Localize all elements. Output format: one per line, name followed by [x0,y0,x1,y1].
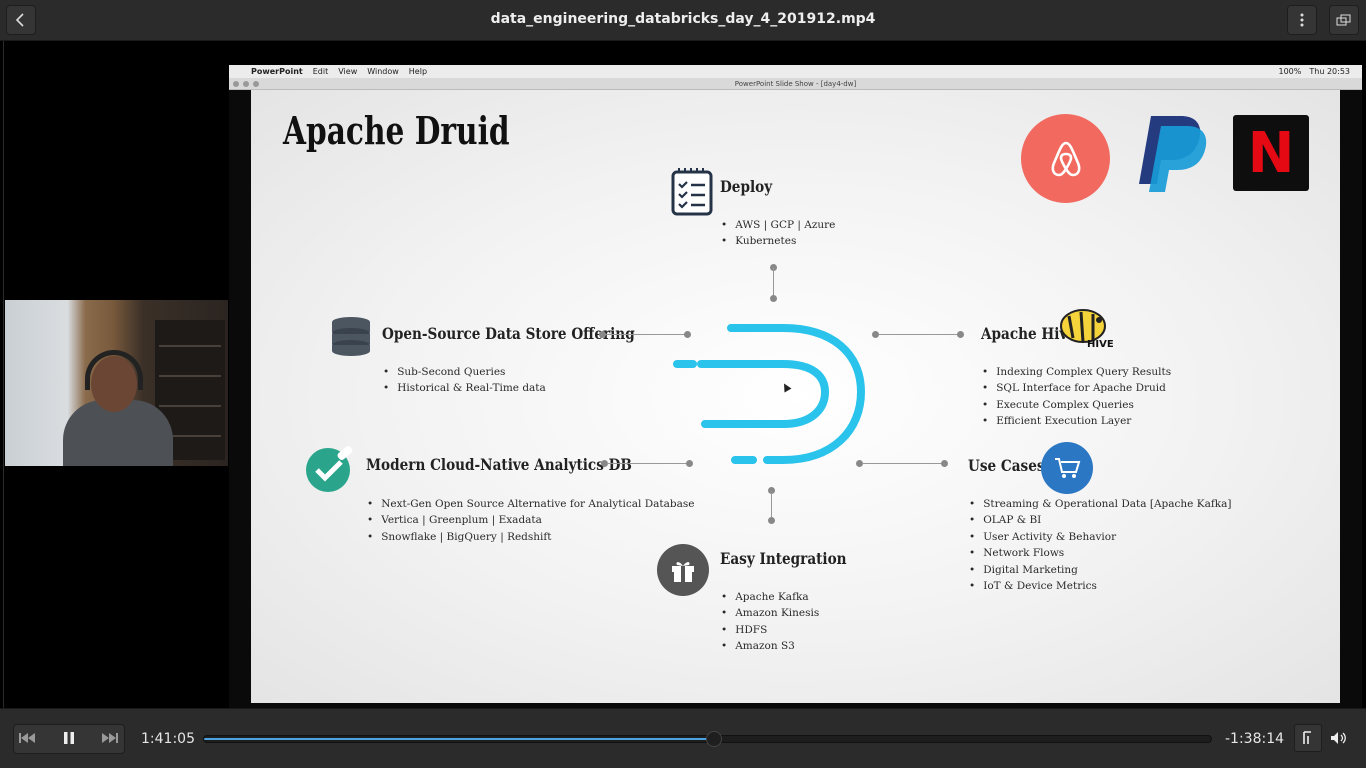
list-item: Snowflake | BigQuery | Redshift [367,531,694,547]
list-item: Next-Gen Open Source Alternative for Ana… [367,498,694,514]
next-button[interactable] [96,724,124,752]
hive-bullets: Indexing Complex Query Results SQL Inter… [982,366,1171,432]
modern-title: Modern Cloud-Native Analytics DB [366,455,632,474]
seek-handle[interactable] [705,731,722,747]
list-item: Digital Marketing [969,564,1231,580]
window-title: PowerPoint Slide Show - [day4-dw] [734,80,857,88]
list-item: AWS | GCP | Azure [721,219,835,235]
modern-bullets: Next-Gen Open Source Alternative for Ana… [367,498,694,547]
mac-menu-bar: PowerPoint Edit View Window Help 100% Th… [229,65,1362,78]
elapsed-time: 1:41:05 [141,731,195,747]
skip-forward-icon [102,733,118,743]
list-item: SQL Interface for Apache Druid [982,382,1171,398]
pause-icon [64,732,74,744]
window-restore-icon [1336,14,1351,26]
list-item: Efficient Execution Layer [982,415,1171,431]
usecases-bullets: Streaming & Operational Data [Apache Kaf… [969,498,1231,596]
menu-edit: Edit [312,67,329,76]
battery-percent: 100% [1278,67,1302,76]
video-frame[interactable]: PowerPoint Edit View Window Help 100% Th… [0,41,1366,708]
list-item: Indexing Complex Query Results [982,366,1171,382]
usecases-title: Use Cases [968,456,1045,475]
pause-button[interactable] [55,724,83,752]
integration-title: Easy Integration [720,549,847,568]
list-item: User Activity & Behavior [969,531,1231,547]
checkmark-badge-icon [306,446,353,492]
hive-logo-text: HIVE [1087,339,1114,350]
shopping-cart-icon [1055,458,1081,478]
list-item: Network Flows [969,547,1231,563]
checklist-icon [671,168,713,216]
list-item: Execute Complex Queries [982,399,1171,415]
slide: Apache Druid N Deploy AWS | GCP [251,90,1340,703]
menu-view: View [338,67,358,76]
list-item: OLAP & BI [969,514,1231,530]
datastore-title: Open-Source Data Store Offering [382,324,635,343]
volume-button[interactable] [1324,724,1352,752]
previous-button[interactable] [13,724,41,752]
list-item: Kubernetes [721,235,835,251]
divider [3,41,4,708]
clock: Thu 20:53 [1309,67,1350,76]
list-item: IoT & Device Metrics [969,580,1231,596]
cart-badge [1041,442,1093,494]
menu-button[interactable] [1287,5,1317,35]
seek-bar[interactable] [203,731,1212,747]
title-bar: data_engineering_databricks_day_4_201912… [0,0,1366,41]
subtitle-track-icon [1303,731,1311,744]
slide-title: Apache Druid [283,108,510,153]
airbnb-icon [1051,141,1080,176]
seek-bar-progress [204,738,714,740]
list-item: Amazon Kinesis [721,607,819,623]
slideshow-window-title: PowerPoint Slide Show - [day4-dw] [229,78,1362,90]
paypal-logo [1139,116,1207,192]
remaining-time: -1:38:14 [1225,731,1285,747]
deploy-title: Deploy [720,177,773,196]
skip-back-icon [19,733,35,743]
list-item: Sub-Second Queries [383,366,546,382]
menu-help: Help [408,67,428,76]
list-item: Vertica | Greenplum | Exadata [367,514,694,530]
headphones [85,350,143,390]
menu-window: Window [367,67,399,76]
screen-share: PowerPoint Edit View Window Help 100% Th… [229,65,1362,708]
gift-badge [657,544,709,596]
deploy-bullets: AWS | GCP | Azure Kubernetes [721,219,835,252]
playback-controls: 1:41:05 -1:38:14 [0,708,1366,768]
volume-icon [1331,732,1346,744]
netflix-logo: N [1233,115,1309,191]
restore-window-button[interactable] [1329,5,1359,35]
kebab-menu-icon [1300,13,1304,27]
webcam-feed [5,300,228,466]
video-title: data_engineering_databricks_day_4_201912… [490,11,876,27]
list-item: Amazon S3 [721,640,819,656]
subtitles-button[interactable] [1294,724,1322,752]
airbnb-logo [1021,114,1110,203]
druid-logo-icon [673,324,866,464]
hive-logo: HIVE [1057,304,1115,354]
database-icon [332,317,370,356]
list-item: Apache Kafka [721,591,819,607]
list-item: HDFS [721,624,819,640]
datastore-bullets: Sub-Second Queries Historical & Real-Tim… [383,366,546,399]
integration-bullets: Apache Kafka Amazon Kinesis HDFS Amazon … [721,591,819,657]
list-item: Historical & Real-Time data [383,382,546,398]
menu-powerpoint: PowerPoint [251,67,303,76]
gift-icon [672,562,694,582]
list-item: Streaming & Operational Data [Apache Kaf… [969,498,1231,514]
